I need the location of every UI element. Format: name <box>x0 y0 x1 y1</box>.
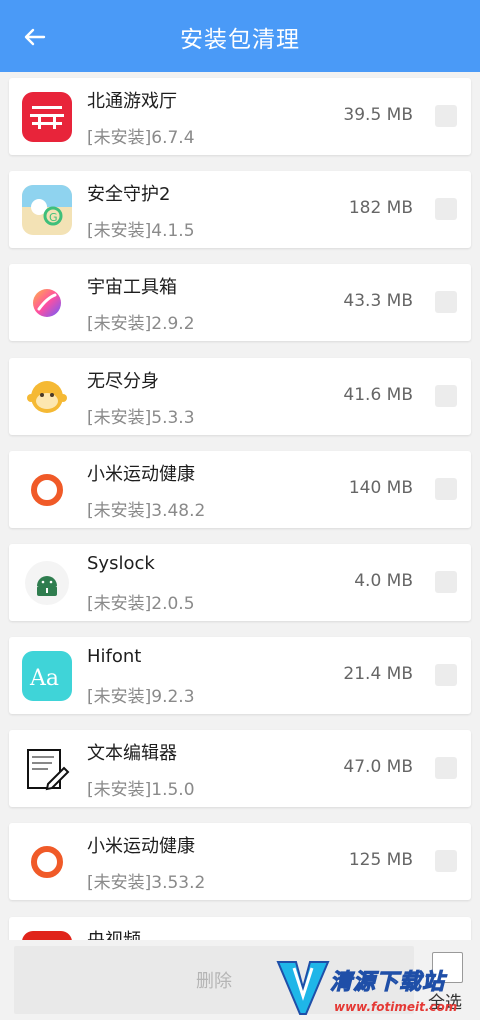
list-item[interactable]: 文本编辑器 [未安装]1.5.0 47.0 MB <box>9 730 471 807</box>
list-item[interactable]: 无尽分身 [未安装]5.3.3 41.6 MB <box>9 358 471 435</box>
list-item[interactable]: G 安全守护2 [未安装]4.1.5 182 MB <box>9 171 471 248</box>
font-aa-icon: Aa <box>22 651 72 701</box>
betop-logo-icon <box>22 92 72 142</box>
list-item[interactable]: 小米运动健康 [未安装]3.53.2 125 MB <box>9 823 471 900</box>
app-name: 文本编辑器 <box>87 743 177 764</box>
monkey-face-icon <box>22 372 72 422</box>
app-version: [未安装]3.48.2 <box>87 501 206 521</box>
site-watermark: 清源下载站 www.fotimeit.com <box>276 956 466 1020</box>
watermark-logo-icon <box>276 961 330 1015</box>
list-item[interactable]: 宇宙工具箱 [未安装]2.9.2 43.3 MB <box>9 264 471 341</box>
app-name: 宇宙工具箱 <box>87 277 177 298</box>
app-version: [未安装]6.7.4 <box>87 128 195 148</box>
list-item[interactable]: Aa Hifont [未安装]9.2.3 21.4 MB <box>9 637 471 714</box>
package-list[interactable]: 北通游戏厅 [未安装]6.7.4 39.5 MB G 安全守护2 [未安装]4.… <box>0 72 480 940</box>
top-app-bar: 安装包清理 <box>0 0 480 72</box>
app-name: Syslock <box>87 553 155 574</box>
app-version: [未安装]2.9.2 <box>87 314 195 334</box>
app-size: 125 MB <box>348 850 413 870</box>
app-version: [未安装]4.1.5 <box>87 221 195 241</box>
item-checkbox[interactable] <box>435 478 457 500</box>
red-app-icon <box>22 931 72 940</box>
android-lock-icon <box>22 558 72 608</box>
item-checkbox[interactable] <box>435 571 457 593</box>
app-size: 41.6 MB <box>343 385 413 405</box>
beach-cartoon-icon: G <box>22 185 72 235</box>
app-version: [未安装]3.53.2 <box>87 873 206 893</box>
item-checkbox[interactable] <box>435 757 457 779</box>
app-size: 21.4 MB <box>343 664 413 684</box>
app-size: 39.5 MB <box>343 105 413 125</box>
app-name: 无尽分身 <box>87 371 159 392</box>
app-name: 北通游戏厅 <box>87 91 177 112</box>
gradient-circle-icon <box>22 278 72 328</box>
item-checkbox[interactable] <box>435 198 457 220</box>
app-name: 小米运动健康 <box>87 464 195 485</box>
item-checkbox[interactable] <box>435 850 457 872</box>
page-title: 安装包清理 <box>180 27 300 53</box>
item-checkbox[interactable] <box>435 664 457 686</box>
app-version: [未安装]9.2.3 <box>87 687 195 707</box>
app-size: 182 MB <box>348 198 413 218</box>
app-name: 安全守护2 <box>87 184 171 205</box>
orange-ring-icon <box>22 837 72 887</box>
watermark-url: www.fotimeit.com <box>334 1000 458 1014</box>
svg-text:G: G <box>49 211 58 224</box>
watermark-text: 清源下载站 <box>329 970 446 996</box>
app-version: [未安装]1.5.0 <box>87 780 195 800</box>
list-item[interactable]: Syslock [未安装]2.0.5 4.0 MB <box>9 544 471 621</box>
svg-text:Aa: Aa <box>29 666 59 691</box>
app-name: 央视频 <box>87 926 141 940</box>
item-checkbox[interactable] <box>435 291 457 313</box>
list-item[interactable]: 北通游戏厅 [未安装]6.7.4 39.5 MB <box>9 78 471 155</box>
list-item[interactable]: 小米运动健康 [未安装]3.48.2 140 MB <box>9 451 471 528</box>
app-size: 47.0 MB <box>343 757 413 777</box>
orange-ring-icon <box>22 465 72 515</box>
app-version: [未安装]5.3.3 <box>87 408 195 428</box>
app-version: [未安装]2.0.5 <box>87 594 195 614</box>
item-checkbox[interactable] <box>435 105 457 127</box>
app-size: 43.3 MB <box>343 291 413 311</box>
app-size: 140 MB <box>348 478 413 498</box>
item-checkbox[interactable] <box>435 385 457 407</box>
app-size: 4.0 MB <box>354 571 413 591</box>
note-pencil-icon <box>22 744 72 794</box>
app-name: Hifont <box>87 646 142 667</box>
list-item[interactable]: 央视频 <box>9 917 471 940</box>
app-name: 小米运动健康 <box>87 836 195 857</box>
